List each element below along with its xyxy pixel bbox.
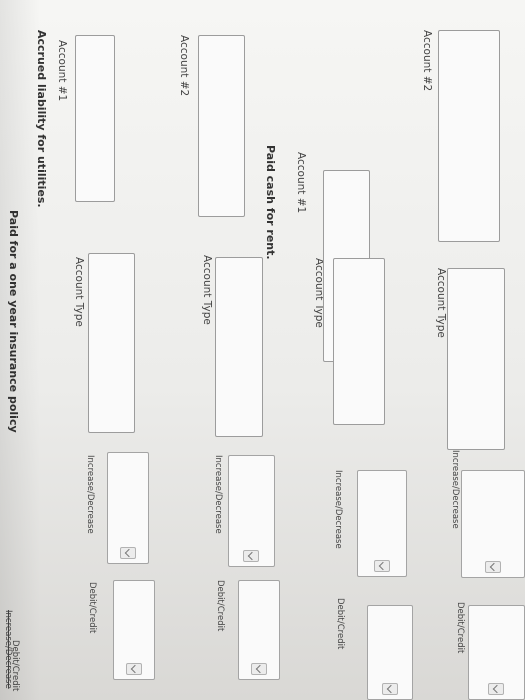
- account-2-type-input[interactable]: [215, 257, 263, 437]
- label-debit-credit: Debit/Credit: [87, 582, 97, 634]
- label-increase-decrease: Increase/Decrease: [333, 470, 343, 549]
- account-1-name-input[interactable]: [75, 35, 115, 202]
- chevron-down-icon: [485, 561, 501, 573]
- rent-account-2-name-input[interactable]: [438, 30, 500, 242]
- account-2-inc-dec-select[interactable]: [228, 455, 275, 567]
- chevron-down-icon: [126, 663, 142, 675]
- label-increase-decrease: Increase/Decrease: [3, 610, 13, 689]
- rent-account-1-debit-credit-select[interactable]: [367, 605, 413, 700]
- label-debit-credit: Debit/Credit: [10, 640, 20, 692]
- chevron-down-icon: [243, 550, 260, 562]
- label-account-2: Account #2: [178, 35, 190, 97]
- rent-account-2-debit-credit-select[interactable]: [468, 605, 525, 700]
- label-debit-credit: Debit/Credit: [335, 598, 345, 650]
- chevron-down-icon: [488, 683, 505, 695]
- label-account-1: Account #1: [56, 40, 68, 102]
- label-increase-decrease: Increase/Decrease: [85, 455, 95, 534]
- chevron-down-icon: [374, 560, 390, 572]
- label-increase-decrease: Increase/Decrease: [450, 450, 460, 529]
- account-1-debit-credit-select[interactable]: [113, 580, 155, 680]
- rent-account-1-inc-dec-select[interactable]: [357, 470, 407, 577]
- chevron-down-icon: [382, 683, 398, 695]
- account-2-name-input[interactable]: [198, 35, 245, 217]
- account-2-debit-credit-select[interactable]: [238, 580, 280, 680]
- chevron-down-icon: [120, 547, 136, 559]
- label-account-1: Account #1: [295, 152, 307, 214]
- label-account-type: Account Type: [435, 268, 447, 338]
- label-account-type: Account Type: [201, 255, 213, 325]
- worksheet: Accrued liability for utilities. Account…: [0, 0, 525, 700]
- account-1-type-input[interactable]: [88, 253, 135, 433]
- section-title-utilities: Accrued liability for utilities.: [35, 30, 48, 208]
- label-account-2: Account #2: [421, 30, 433, 92]
- chevron-down-icon: [251, 663, 267, 675]
- label-account-type: Account Type: [73, 257, 85, 327]
- section-title-rent: Paid cash for rent.: [264, 145, 277, 260]
- rent-account-1-type-input[interactable]: [333, 258, 385, 425]
- rent-account-2-inc-dec-select[interactable]: [461, 470, 525, 578]
- label-debit-credit: Debit/Credit: [215, 580, 225, 632]
- section-title-insurance: Paid for a one year insurance policy: [7, 210, 20, 433]
- account-1-inc-dec-select[interactable]: [107, 452, 149, 564]
- label-debit-credit: Debit/Credit: [455, 602, 465, 654]
- label-increase-decrease: Increase/Decrease: [213, 455, 223, 534]
- rent-account-2-type-input[interactable]: [447, 268, 505, 450]
